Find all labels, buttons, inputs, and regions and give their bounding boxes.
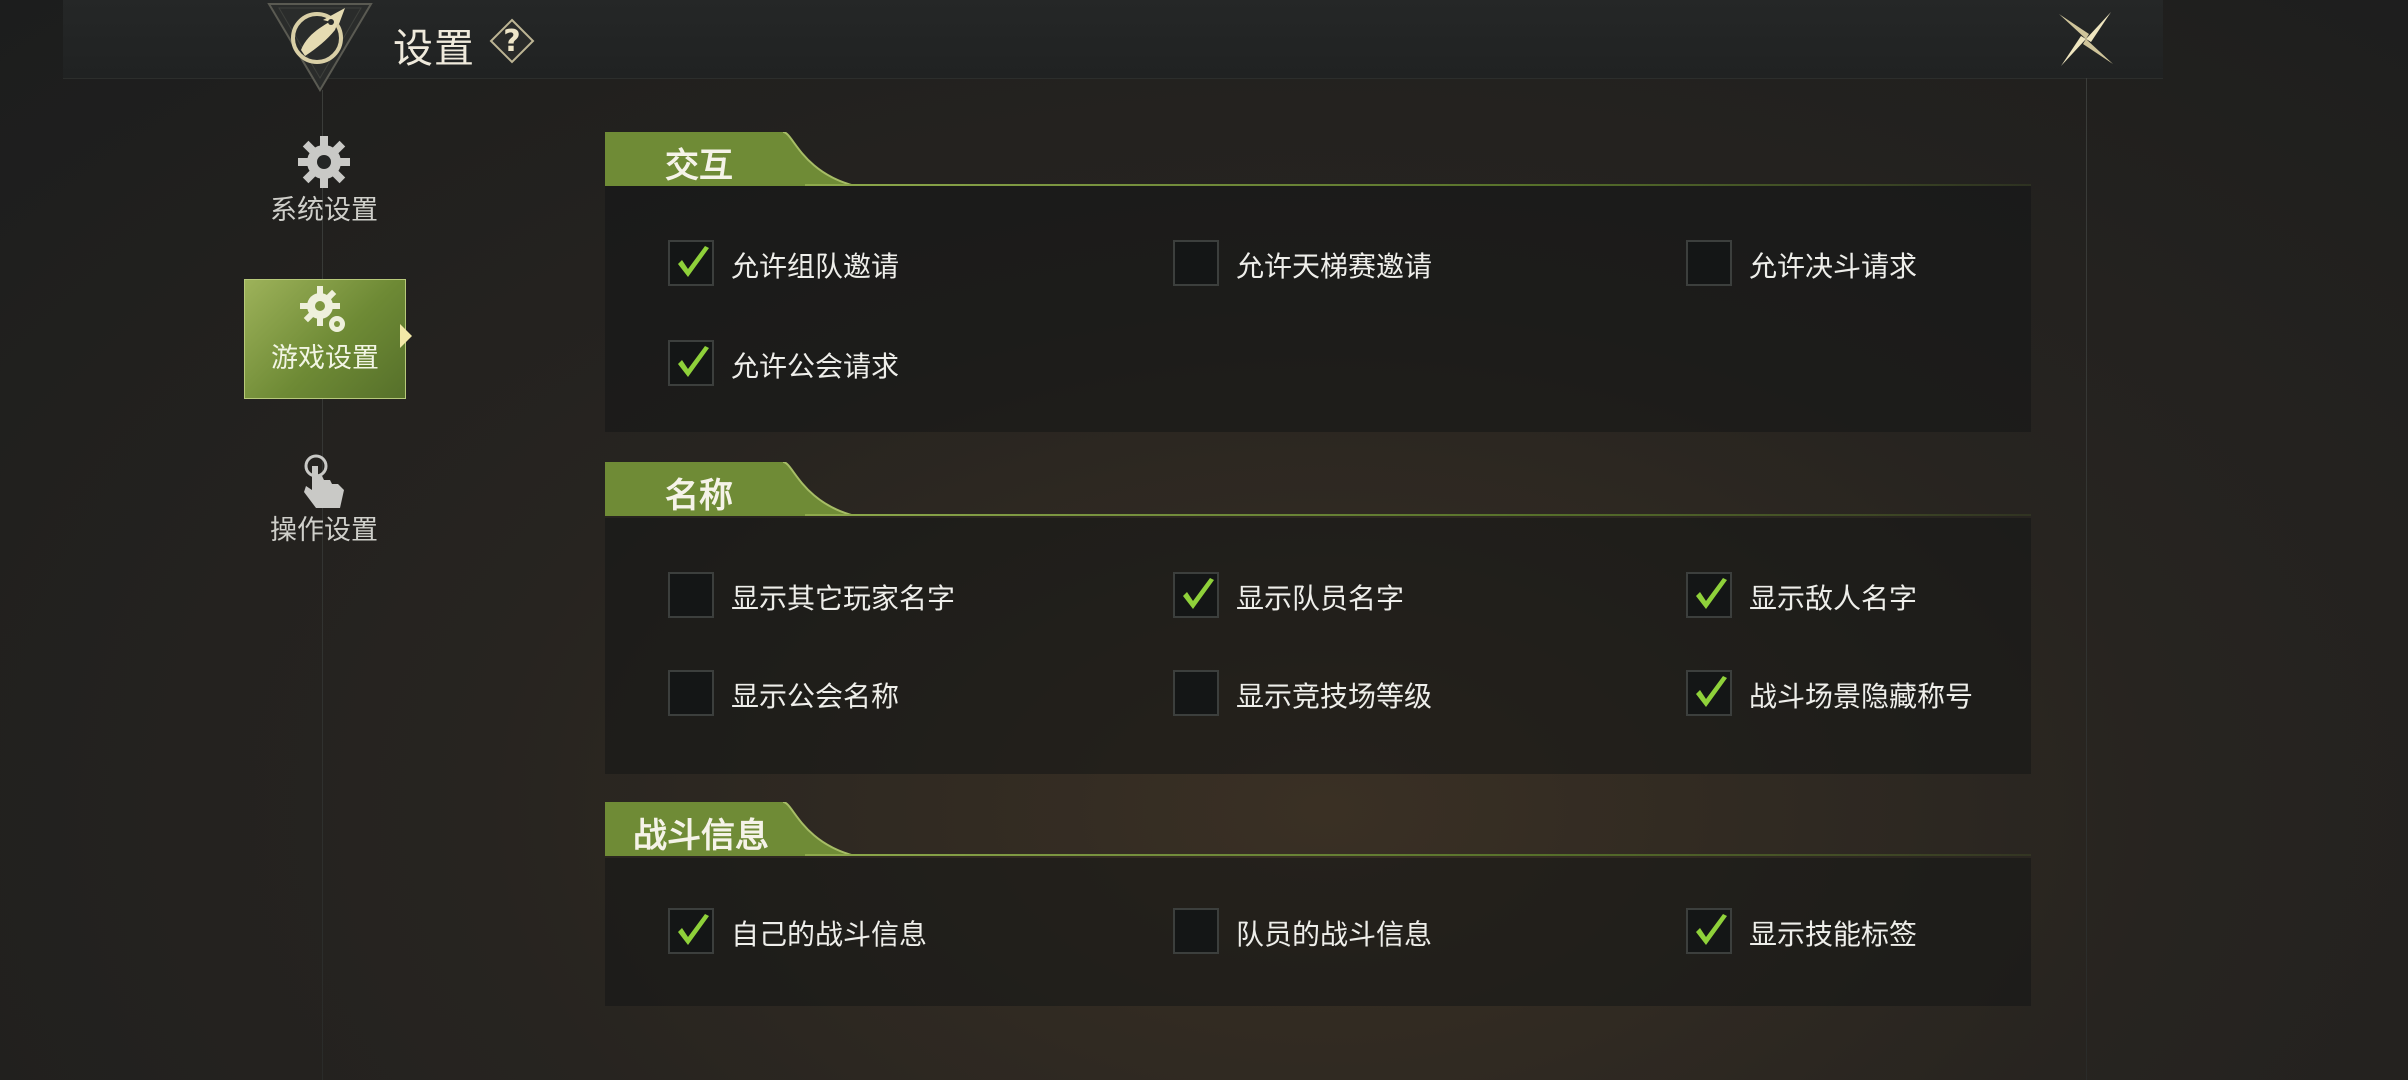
touch-hand-icon	[304, 454, 344, 508]
content-border	[2086, 78, 2087, 1080]
checkmark-icon	[678, 914, 709, 945]
section-title: 战斗信息	[633, 816, 769, 856]
active-indicator-icon	[400, 324, 412, 348]
gears-icon	[300, 286, 345, 332]
checkmark-icon	[1696, 676, 1727, 707]
option-label: 显示队员名字	[1236, 582, 1405, 615]
sidebar-item-control-settings[interactable]: 操作设置	[244, 452, 404, 570]
checkbox[interactable]	[1173, 908, 1219, 954]
section-header-combat-info: 战斗信息	[605, 802, 2031, 856]
option-label: 队员的战斗信息	[1236, 918, 1433, 951]
checkbox[interactable]	[1173, 572, 1219, 618]
section-header-names: 名称	[605, 462, 2031, 516]
option-label: 自己的战斗信息	[731, 918, 928, 951]
checkmark-icon	[1696, 578, 1727, 609]
checkbox[interactable]	[1686, 240, 1732, 286]
checkbox[interactable]	[1686, 670, 1732, 716]
checkmark-icon	[678, 346, 709, 377]
checkbox[interactable]	[668, 340, 714, 386]
question-mark-icon: ?	[503, 23, 521, 59]
sidebar-item-label: 游戏设置	[271, 343, 379, 374]
option-label: 允许组队邀请	[731, 250, 900, 283]
option-label: 允许公会请求	[731, 350, 900, 383]
section-interaction-panel	[605, 186, 2031, 432]
sidebar-item-game-settings[interactable]: 游戏设置	[244, 279, 406, 399]
option-label: 显示其它玩家名字	[731, 582, 956, 615]
top-bar	[63, 0, 2163, 79]
checkbox[interactable]	[1173, 670, 1219, 716]
option-label: 显示敌人名字	[1749, 582, 1918, 615]
checkmark-icon	[1696, 914, 1727, 945]
checkmark-icon	[1183, 578, 1214, 609]
checkbox[interactable]	[1173, 240, 1219, 286]
option-label: 允许天梯赛邀请	[1236, 250, 1433, 283]
dragon-emblem-icon	[265, 0, 375, 95]
section-title: 交互	[665, 146, 733, 186]
option-label: 允许决斗请求	[1749, 250, 1918, 283]
option-label: 显示技能标签	[1749, 918, 1918, 951]
section-header-interaction: 交互	[605, 132, 2031, 186]
close-icon	[2059, 12, 2113, 66]
checkbox[interactable]	[668, 908, 714, 954]
sidebar-item-system-settings[interactable]: 系统设置	[244, 132, 404, 250]
checkbox[interactable]	[668, 572, 714, 618]
section-names-panel	[605, 518, 2031, 774]
sidebar-item-label: 操作设置	[270, 515, 378, 546]
checkbox[interactable]	[668, 670, 714, 716]
option-label: 战斗场景隐藏称号	[1749, 680, 1974, 713]
checkbox[interactable]	[668, 240, 714, 286]
checkbox[interactable]	[1686, 908, 1732, 954]
page-title: 设置	[393, 26, 475, 72]
sidebar-item-label: 系统设置	[270, 195, 378, 226]
help-button[interactable]: ?	[489, 18, 535, 64]
option-label: 显示竞技场等级	[1236, 680, 1433, 713]
checkmark-icon	[678, 246, 709, 277]
option-label: 显示公会名称	[731, 680, 900, 713]
checkbox[interactable]	[1686, 572, 1732, 618]
section-title: 名称	[665, 476, 733, 516]
close-button[interactable]	[2055, 8, 2117, 70]
gear-icon	[298, 136, 350, 188]
